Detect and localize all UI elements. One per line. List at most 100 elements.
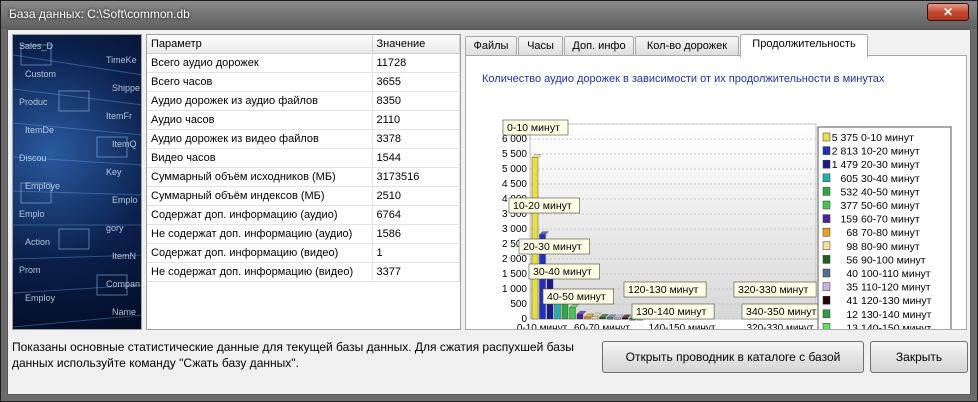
tab-hours[interactable]: Часы [518, 36, 563, 56]
legend-swatch [822, 255, 831, 264]
stats-parameter-cell: Всего часов [147, 72, 373, 92]
legend-label: 140-150 минут [861, 322, 932, 329]
legend-label: 70-80 минут [861, 227, 920, 239]
tab-strip: Файлы Часы Доп. инфо Кол-во дорожек Прод… [465, 34, 965, 57]
close-window-button[interactable]: ✕ [927, 3, 969, 21]
stats-grid[interactable]: Параметр Значение Всего аудио дорожек 117… [146, 34, 461, 330]
legend-swatch [822, 187, 831, 196]
illustration-label: Custom [25, 69, 56, 79]
stats-row[interactable]: Всего аудио дорожек 11728 [147, 53, 460, 73]
illustration-label: Compan [106, 279, 140, 289]
illustration-label: ItemDe [25, 125, 54, 135]
title-bar[interactable]: База данных: C:\Soft\common.db ✕ [1, 1, 977, 29]
schema-box [58, 90, 90, 112]
bar [561, 302, 569, 320]
bar [569, 307, 576, 320]
illustration-label: Prom [19, 265, 41, 275]
y-tick-label: 2 000 [502, 254, 527, 265]
stats-row[interactable]: Всего часов 3655 [147, 72, 460, 92]
tab-files[interactable]: Файлы [465, 36, 517, 56]
stats-row[interactable]: Аудио дорожек из аудио файлов 8350 [147, 91, 460, 111]
tab-track-count[interactable]: Кол-во дорожек [635, 36, 739, 56]
illustration-label: Shippe [112, 83, 140, 93]
stats-row[interactable]: Суммарный объём индексов (МБ) 2510 [147, 186, 460, 206]
legend-swatch [822, 309, 831, 319]
stats-value-cell: 3655 [372, 72, 460, 92]
legend-label: 120-130 минут [861, 295, 932, 307]
legend-label: 20-30 минут [861, 159, 920, 171]
legend-count: 2 813 [832, 146, 858, 158]
stats-table: Параметр Значение Всего аудио дорожек 117… [147, 35, 460, 282]
legend-label: 90-100 минут [861, 254, 926, 266]
stats-value-cell: 3377 [372, 262, 460, 282]
stats-row[interactable]: Содержат доп. информацию (аудио) 6764 [147, 205, 460, 225]
client-area: Sales_D TimeKe Custom Shippe Produc ItemFr Ite… [7, 29, 971, 395]
stats-parameter-cell: Суммарный объём исходников (МБ) [147, 167, 373, 187]
y-tick-label: 500 [510, 299, 527, 310]
legend-label: 130-140 минут [861, 309, 932, 321]
database-illustration-art: Sales_D TimeKe Custom Shippe Produc ItemFr Ite… [13, 41, 141, 328]
callout-label: 40-50 минут [547, 291, 606, 303]
illustration-label: Discou [19, 153, 47, 163]
legend-label: 80-90 минут [861, 241, 920, 253]
legend-swatch [822, 200, 831, 210]
illustration-label: TimeKe [106, 55, 137, 65]
stats-row[interactable]: Аудио дорожек из видео файлов 3378 [147, 129, 460, 149]
illustration-label: Emplo [19, 209, 45, 219]
illustration-label: Sales_D [19, 41, 54, 51]
stats-parameter-cell: Суммарный объём индексов (МБ) [147, 186, 373, 206]
legend-count: 41 [846, 295, 858, 307]
legend-swatch [822, 268, 831, 278]
stats-row[interactable]: Аудио часов 2110 [147, 110, 460, 130]
close-button[interactable]: Закрыть [870, 341, 968, 373]
bar [621, 317, 629, 320]
stats-parameter-cell: Всего аудио дорожек [147, 53, 373, 73]
window-title: База данных: C:\Soft\common.db [9, 7, 190, 21]
x-tick-label: 0-10 минут [517, 323, 568, 329]
stats-value-cell: 2510 [372, 186, 460, 206]
illustration-label: Action [25, 237, 50, 247]
legend-swatch [822, 173, 831, 183]
stats-parameter-cell: Аудио часов [147, 110, 373, 130]
legend-swatch [822, 132, 831, 142]
stats-parameter-cell: Содержат доп. информацию (видео) [147, 243, 373, 263]
stats-value-cell: 11728 [372, 53, 460, 73]
callout-label: 340-350 минут [746, 306, 817, 318]
legend-swatch [822, 323, 831, 329]
tab-duration[interactable]: Продолжительность [740, 34, 868, 57]
bar [606, 317, 614, 320]
column-header-parameter[interactable]: Параметр [147, 35, 373, 54]
tab-extra-info[interactable]: Доп. инфо [564, 36, 634, 56]
bar [531, 157, 539, 320]
legend-swatch [822, 214, 831, 223]
callout-label: 120-130 минут [628, 284, 699, 296]
x-tick-label: 60-70 минут [574, 323, 630, 329]
illustration-label: Name [112, 307, 136, 317]
stats-row[interactable]: Содержат доп. информацию (видео) 1 [147, 243, 460, 263]
stats-row[interactable]: Суммарный объём исходников (МБ) 3173516 [147, 167, 460, 187]
legend-label: 50-60 минут [861, 200, 920, 212]
duration-chart: 05001 0001 5002 0002 5003 0003 5004 0004… [502, 119, 952, 329]
illustration-label: gory [106, 223, 124, 233]
legend-label: 110-120 минут [861, 282, 931, 294]
illustration-label: Emplo [112, 195, 138, 205]
stats-row[interactable]: Видео часов 1544 [147, 148, 460, 168]
stats-row[interactable]: Не содержат доп. информацию (аудио) 1586 [147, 224, 460, 244]
legend-swatch [822, 241, 831, 251]
stats-parameter-cell: Аудио дорожек из видео файлов [147, 129, 373, 149]
legend-count: 98 [846, 241, 858, 253]
stats-header-row: Параметр Значение [147, 35, 460, 54]
callout-label: 30-40 минут [533, 266, 592, 278]
column-header-value[interactable]: Значение [372, 35, 460, 54]
illustration-label: ItemQ [112, 139, 137, 149]
legend-count: 35 [846, 282, 858, 294]
schema-box [58, 228, 90, 250]
open-explorer-button[interactable]: Открыть проводник в каталоге с базой [602, 341, 864, 373]
duration-tab-panel: Количество аудио дорожек в зависимости о… [465, 55, 967, 330]
stats-row[interactable]: Не содержат доп. информацию (видео) 3377 [147, 262, 460, 282]
callout-label: 130-140 минут [636, 306, 707, 318]
legend-swatch [822, 227, 831, 237]
y-tick-label: 6 000 [502, 134, 527, 145]
x-tick-label: 140-150 минут [648, 323, 715, 329]
callout-label: 320-330 минут [738, 284, 809, 296]
